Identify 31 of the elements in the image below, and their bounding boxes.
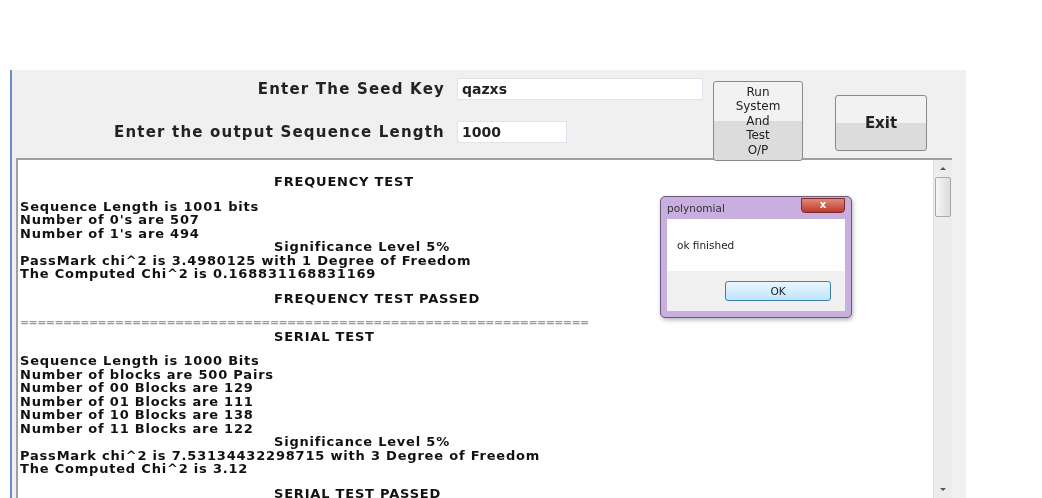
output-line: Number of 00 Blocks are 129 — [20, 381, 254, 395]
output-line: FREQUENCY TEST PASSED — [274, 289, 481, 305]
output-line: The Computed Chi^2 is 0.168831168831169 — [20, 267, 377, 281]
output-line: Significance Level 5% — [274, 240, 450, 254]
dialog-title: polynomial — [667, 202, 725, 214]
dialog-message: ok finished — [677, 239, 735, 251]
input-field[interactable]: qazxs — [457, 78, 703, 100]
output-line: The Computed Chi^2 is 3.12 — [20, 462, 249, 476]
field-label: Enter the output Sequence Length — [112, 123, 445, 141]
ok-button[interactable]: OK — [725, 281, 831, 301]
output-line: Significance Level 5% — [274, 435, 450, 449]
output-line: Number of 11 Blocks are 122 — [20, 421, 254, 435]
output-line: FREQUENCY TEST — [274, 175, 414, 189]
scrollbar[interactable] — [933, 160, 952, 498]
output-line: PassMark chi^2 is 3.4980125 with 1 Degree of Freedom — [20, 253, 472, 267]
output-line: PassMark chi^2 is 7.53134432298715 with 3 Degree of Freedom — [20, 448, 541, 462]
output-line: Number of 01 Blocks are 111 — [20, 394, 254, 408]
output-line: SERIAL TEST — [274, 329, 375, 343]
output-line: Number of 0's are 507 — [20, 213, 200, 227]
output-line: SERIAL TEST PASSED — [274, 484, 442, 498]
output-line: Number of blocks are 500 Pairs — [20, 367, 274, 381]
exit-button[interactable]: Exit — [835, 95, 927, 151]
run-button[interactable]: Run System And Test O/P — [713, 81, 803, 161]
input-field[interactable]: 1000 — [457, 121, 567, 143]
output-line: Sequence Length is 1001 bits — [20, 197, 260, 213]
separator-line: ================================================================== — [20, 315, 589, 330]
output-line: Number of 10 Blocks are 138 — [20, 408, 254, 422]
output-line: Number of 1's are 494 — [20, 226, 200, 240]
output-line: Sequence Length is 1000 Bits — [20, 352, 260, 368]
close-button[interactable]: x — [801, 197, 845, 213]
field-label: Enter The Seed Key — [256, 80, 445, 98]
